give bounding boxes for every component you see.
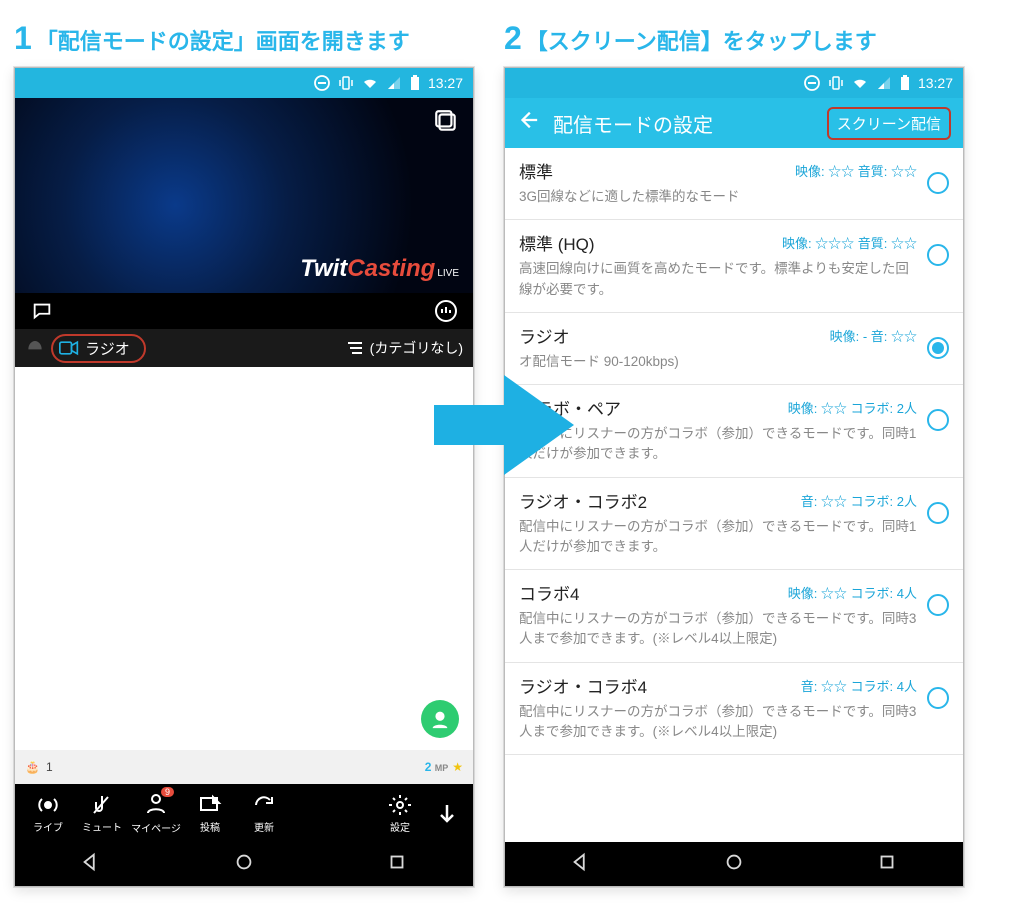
nav-refresh[interactable]: 更新 (237, 793, 291, 834)
radio-label: ラジオ (85, 338, 130, 359)
star-icon: ★ (452, 760, 463, 774)
mode-meta: 映像: ☆☆ コラボ: 2人 (788, 398, 917, 417)
mp-bar: 🎂 1 2 MP ★ (15, 750, 473, 784)
radio-indicator[interactable] (927, 244, 949, 266)
android-status-bar: 13:27 (15, 68, 473, 98)
mode-desc: 配信中にリスナーの方がコラボ（参加）できるモードです。同時3人まで参加できます。… (519, 702, 917, 743)
nav-mute[interactable]: ミュート (75, 793, 129, 834)
back-icon[interactable] (570, 851, 592, 878)
mode-title: 標準 (HQ) (519, 230, 595, 255)
helmet-icon (25, 336, 45, 360)
vibrate-icon (828, 75, 844, 91)
mode-desc: オ配信モード 90-120kbps) (519, 352, 917, 372)
android-nav-bar (505, 842, 963, 886)
app-bar: 配信モードの設定 スクリーン配信 (505, 98, 963, 148)
back-arrow-icon[interactable] (517, 109, 539, 137)
mode-row[interactable]: ラジオ・コラボ2 音: ☆☆ コラボ: 2人配信中にリスナーの方がコラボ（参加）で… (505, 478, 963, 571)
mode-desc: 配信中にリスナーの方がコラボ（参加）できるモードです。同時1人だけが参加できます… (519, 424, 917, 465)
gallery-icon[interactable] (433, 108, 459, 139)
mode-row[interactable]: ラジオ・コラボ4 音: ☆☆ コラボ: 4人配信中にリスナーの方がコラボ（参加）で… (505, 663, 963, 756)
camera-preview: TwitCastingLIVE (15, 98, 473, 293)
mode-row[interactable]: コラボ4 映像: ☆☆ コラボ: 4人配信中にリスナーの方がコラボ（参加）できるモ… (505, 570, 963, 663)
video-icon (59, 340, 79, 356)
bottom-nav: ライブ ミュート マイページ 投稿 更新 設定 (15, 784, 473, 842)
category-button[interactable]: (カテゴリなし) (346, 338, 463, 358)
badge-icon (144, 791, 168, 818)
step1-label: 1 「配信モードの設定」画面を開きます (14, 20, 474, 57)
mode-row[interactable]: 標準 (HQ) 映像: ☆☆☆ 音質: ☆☆ 高速回線向けに画質を高めたモードです。… (505, 220, 963, 313)
cake-icon: 🎂 (25, 760, 40, 774)
home-icon[interactable] (233, 851, 255, 878)
viewer-avatar-icon[interactable] (421, 700, 459, 738)
radio-mode-button[interactable]: ラジオ (51, 334, 146, 363)
battery-icon (900, 75, 910, 91)
radio-indicator[interactable] (927, 594, 949, 616)
radio-indicator[interactable] (927, 687, 949, 709)
battery-icon (410, 75, 420, 91)
mode-meta: 映像: ☆☆☆ 音質: ☆☆ (782, 233, 917, 252)
recents-icon[interactable] (876, 851, 898, 878)
mode-title: ラジオ・コラボ4 (519, 673, 647, 698)
step2-label: 2 【スクリーン配信】をタップします (504, 20, 964, 57)
poll-icon[interactable] (433, 298, 459, 324)
nav-settings[interactable]: 設定 (373, 793, 427, 834)
nav-mypage[interactable]: マイページ (129, 791, 183, 835)
home-icon[interactable] (723, 851, 745, 878)
android-status-bar: 13:27 (505, 68, 963, 98)
comment-area[interactable] (15, 367, 473, 750)
mode-meta: 映像: ☆☆ 音質: ☆☆ (795, 161, 917, 180)
mode-desc: 配信中にリスナーの方がコラボ（参加）できるモードです。同時1人だけが参加できます… (519, 517, 917, 558)
radio-indicator[interactable] (927, 409, 949, 431)
list-icon (346, 341, 364, 355)
dnd-icon (804, 75, 820, 91)
screen-broadcast-button[interactable]: スクリーン配信 (827, 107, 951, 140)
vibrate-icon (338, 75, 354, 91)
brand-logo: TwitCastingLIVE (300, 255, 459, 283)
mode-title: ラジオ・コラボ2 (519, 488, 647, 513)
nav-live[interactable]: ライブ (21, 793, 75, 834)
mode-meta: 音: ☆☆ コラボ: 4人 (801, 676, 917, 695)
dnd-icon (314, 75, 330, 91)
recents-icon[interactable] (386, 851, 408, 878)
mode-title: コラボ4 (519, 580, 579, 605)
phone-screen-1: 13:27 TwitCastingLIVE ラジオ (14, 67, 474, 887)
mode-desc: 高速回線向けに画質を高めたモードです。標準よりも安定した回線が必要です。 (519, 259, 917, 300)
chat-icon[interactable] (29, 298, 55, 324)
mode-toolbar: ラジオ (カテゴリなし) (15, 329, 473, 367)
radio-indicator[interactable] (927, 172, 949, 194)
mode-meta: 映像: - 音: ☆☆ (830, 326, 917, 345)
overlay-bar (15, 293, 473, 329)
mode-meta: 映像: ☆☆ コラボ: 4人 (788, 583, 917, 602)
android-nav-bar (15, 842, 473, 886)
mode-row[interactable]: 標準 映像: ☆☆ 音質: ☆☆ 3G回線などに適した標準的なモード (505, 148, 963, 220)
mode-meta: 音: ☆☆ コラボ: 2人 (801, 491, 917, 510)
mode-desc: 3G回線などに適した標準的なモード (519, 187, 917, 207)
nav-collapse[interactable] (427, 801, 467, 825)
wifi-icon (852, 75, 868, 91)
radio-indicator[interactable] (927, 337, 949, 359)
radio-indicator[interactable] (927, 502, 949, 524)
page-title: 配信モードの設定 (553, 109, 713, 138)
status-time: 13:27 (918, 75, 953, 91)
mode-desc: 配信中にリスナーの方がコラボ（参加）できるモードです。同時3人まで参加できます。… (519, 609, 917, 650)
mode-title: 標準 (519, 158, 553, 183)
signal-icon (386, 75, 402, 91)
back-icon[interactable] (80, 851, 102, 878)
wifi-icon (362, 75, 378, 91)
mp-level: 1 (46, 760, 53, 774)
status-time: 13:27 (428, 75, 463, 91)
nav-post[interactable]: 投稿 (183, 793, 237, 834)
mode-list[interactable]: 標準 映像: ☆☆ 音質: ☆☆ 3G回線などに適した標準的なモード標準 (HQ) 映… (505, 148, 963, 842)
arrow-icon (434, 370, 574, 480)
mode-title: ラジオ (519, 323, 570, 348)
signal-icon (876, 75, 892, 91)
